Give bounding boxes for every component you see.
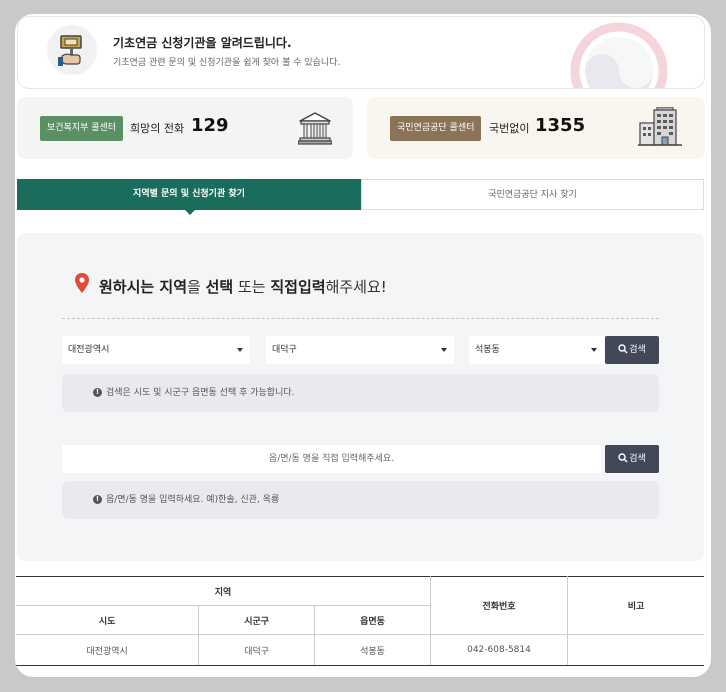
header-sigungu: 시군구 [198, 605, 316, 635]
direct-dong-input[interactable] [62, 445, 601, 473]
direct-help-note: ! 읍/면/동 명을 입력하세요. 예)한솔, 신관, 옥룡 [62, 481, 659, 519]
header-sido: 시도 [16, 605, 200, 635]
sido-select[interactable]: 대전광역시 [62, 336, 250, 364]
call-center-mohw: 보건복지부 콜센터 희망의 전화 129 [17, 97, 353, 159]
call-center-nps: 국민연금공단 콜센터 국번없이 1355 [367, 97, 705, 159]
caret-down-icon [591, 348, 597, 352]
cell-sigungu: 대덕구 [198, 634, 316, 666]
sigungu-select-value: 대덕구 [272, 345, 297, 355]
search-button-label: 검색 [629, 454, 646, 464]
cell-phone: 042-608-5814 [430, 634, 568, 666]
results-table: 지역 전화번호 비고 시도 시군구 읍면동 대전광역시 대덕구 석봉동 042-… [16, 576, 704, 666]
tab-nps-branch-search[interactable]: 국민연금공단 지사 찾기 [361, 179, 704, 210]
page-frame: 기초연금 신청기관을 알려드립니다. 기초연금 관련 문의 및 신청기관을 쉽게… [15, 14, 711, 677]
search-icon [618, 453, 628, 463]
call-center-badge: 국민연금공단 콜센터 [390, 116, 482, 141]
call-center-label: 국번없이 [489, 122, 530, 135]
sido-select-value: 대전광역시 [68, 345, 110, 355]
signpost-icon [47, 25, 97, 75]
select-help-note: ! 검색은 시도 및 시군구 읍면동 선택 후 가능합니다. [62, 374, 659, 412]
header-remark: 비고 [567, 576, 704, 635]
cell-sido: 대전광역시 [16, 634, 200, 666]
direct-help-text: 읍/면/동 명을 입력하세요. 예)한솔, 신관, 옥룡 [106, 495, 280, 505]
call-center-badge: 보건복지부 콜센터 [40, 116, 124, 141]
info-banner: 기초연금 신청기관을 알려드립니다. 기초연금 관련 문의 및 신청기관을 쉽게… [17, 16, 705, 89]
cell-dong: 석봉동 [314, 634, 431, 666]
banner-subtitle: 기초연금 관련 문의 및 신청기관을 쉽게 찾아 볼 수 있습니다. [113, 58, 341, 68]
map-pin-icon [75, 273, 89, 293]
emblem-decoration-icon [570, 22, 668, 88]
select-help-text: 검색은 시도 및 시군구 읍면동 선택 후 가능합니다. [106, 388, 295, 398]
search-headline: 원하시는 지역을 선택 또는 직접입력해주세요! [99, 278, 387, 296]
tab-region-search[interactable]: 지역별 문의 및 신청기관 찾기 [17, 179, 361, 210]
search-button-label: 검색 [629, 345, 646, 355]
table-header-row: 지역 전화번호 비고 [16, 576, 704, 635]
dong-select[interactable]: 석봉동 [469, 336, 604, 364]
government-building-icon [298, 112, 332, 145]
dong-select-value: 석봉동 [475, 345, 500, 355]
call-center-number[interactable]: 1355 [535, 115, 585, 136]
cell-remark [567, 634, 704, 666]
search-icon [618, 344, 628, 354]
divider [62, 318, 659, 319]
caret-down-icon [441, 348, 447, 352]
banner-title: 기초연금 신청기관을 알려드립니다. [113, 36, 292, 50]
active-tab-indicator [185, 210, 195, 215]
search-panel: 원하시는 지역을 선택 또는 직접입력해주세요! 대전광역시 대덕구 석봉동 검… [17, 233, 704, 561]
sigungu-select[interactable]: 대덕구 [266, 336, 454, 364]
caret-down-icon [237, 348, 243, 352]
header-phone: 전화번호 [430, 576, 568, 635]
call-center-number[interactable]: 129 [191, 115, 229, 136]
header-region: 지역 [16, 576, 431, 606]
table-row: 대전광역시 대덕구 석봉동 042-608-5814 [16, 634, 704, 666]
office-building-icon [638, 107, 682, 146]
header-dong: 읍면동 [314, 605, 431, 635]
call-center-label: 희망의 전화 [130, 122, 185, 135]
direct-search-button[interactable]: 검색 [605, 445, 659, 473]
info-icon: ! [93, 495, 102, 504]
select-search-button[interactable]: 검색 [605, 336, 659, 364]
info-icon: ! [93, 388, 102, 397]
